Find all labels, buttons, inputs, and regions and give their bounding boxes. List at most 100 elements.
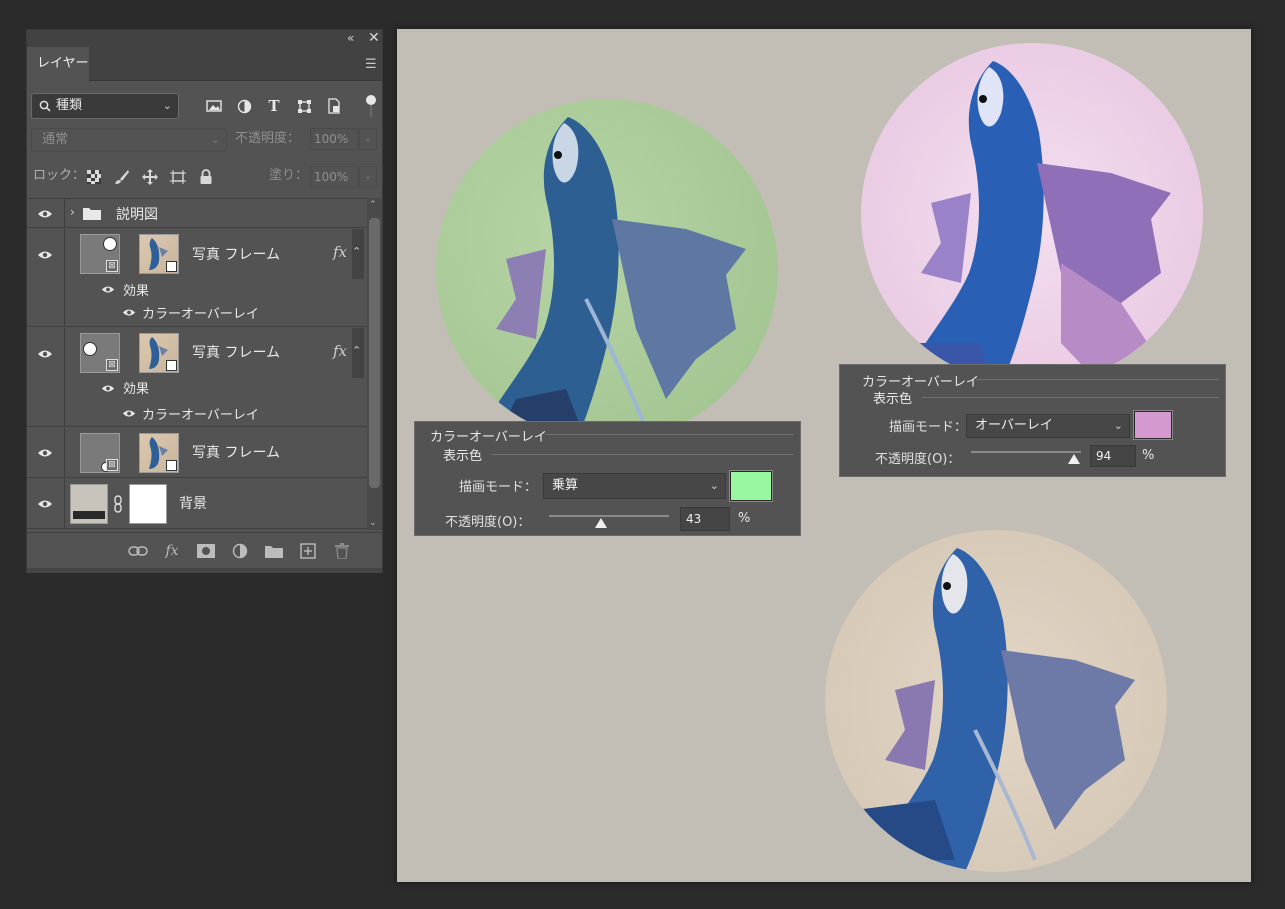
eye-icon[interactable] xyxy=(37,349,53,359)
layers-panel: « ✕ レイヤー ☰ 種類 ⌄ T 通常 ⌄ 不透明度： 100% ⌄ ロック： xyxy=(26,29,383,573)
lock-row: ロック： 塗り： 100% ⌄ xyxy=(27,160,382,190)
mask-thumbnail[interactable]: ⊠ xyxy=(80,234,120,274)
mask-thumbnail[interactable]: ⊠ xyxy=(80,333,120,373)
eye-icon[interactable] xyxy=(122,308,136,317)
eye-icon[interactable] xyxy=(37,250,53,260)
new-group-icon[interactable] xyxy=(263,542,285,560)
photo-frame-green xyxy=(436,99,778,441)
lock-artboard-icon[interactable] xyxy=(169,168,187,186)
opacity-slider-thumb[interactable] xyxy=(1068,454,1081,464)
image-thumbnail[interactable] xyxy=(139,333,179,373)
layer-row-background[interactable]: 背景 xyxy=(27,479,367,529)
link-layers-icon[interactable] xyxy=(127,542,149,560)
blend-mode-select[interactable]: 通常 ⌄ xyxy=(31,128,227,152)
image-thumbnail[interactable] xyxy=(139,234,179,274)
opacity-slider[interactable] xyxy=(971,451,1081,453)
image-thumbnail[interactable] xyxy=(139,433,179,473)
eye-icon[interactable] xyxy=(101,285,115,294)
layers-bottom-bar: fx xyxy=(27,532,382,568)
eye-icon[interactable] xyxy=(37,499,53,509)
effect-color-overlay[interactable]: カラーオーバーレイ xyxy=(142,303,259,322)
fx-icon[interactable]: fx xyxy=(161,542,183,560)
chevron-down-icon: ⌄ xyxy=(162,99,172,112)
search-icon xyxy=(39,100,51,112)
lock-transparent-icon[interactable] xyxy=(85,168,103,186)
filter-kind-select[interactable]: 種類 ⌄ xyxy=(31,93,179,119)
eye-icon[interactable] xyxy=(37,209,53,219)
color-overlay-dialog-right: カラーオーバーレイ 表示色 描画モード： オーバーレイ ⌄ 不透明度(O)： 9… xyxy=(839,364,1226,477)
panel-resize-grip[interactable] xyxy=(27,568,382,573)
chevron-up-icon[interactable]: ⌃ xyxy=(352,344,361,357)
blend-row: 通常 ⌄ 不透明度： 100% ⌄ xyxy=(27,124,382,152)
chevron-up-icon[interactable]: ⌃ xyxy=(369,200,377,210)
scroll-thumb[interactable] xyxy=(369,218,380,488)
opacity-input[interactable]: 100% xyxy=(310,128,358,150)
chevron-down-icon: ⌄ xyxy=(210,133,220,146)
photo-frame-original xyxy=(825,530,1167,872)
lock-paint-icon[interactable] xyxy=(113,168,131,186)
chevron-down-icon: ⌄ xyxy=(1113,419,1123,432)
tab-bar: レイヤー ☰ xyxy=(27,47,382,81)
adjustment-filter-icon[interactable] xyxy=(235,97,253,115)
trash-icon[interactable] xyxy=(331,542,353,560)
filter-toggle[interactable] xyxy=(365,92,377,120)
opacity-slider[interactable] xyxy=(549,515,669,517)
image-filter-icon[interactable] xyxy=(205,97,223,115)
mask-icon[interactable] xyxy=(195,542,217,560)
shape-filter-icon[interactable] xyxy=(295,97,313,115)
overlay-color-swatch[interactable] xyxy=(729,470,773,502)
effect-color-overlay[interactable]: カラーオーバーレイ xyxy=(142,404,259,423)
opacity-input[interactable]: 43 xyxy=(680,507,730,531)
type-filter-icon[interactable]: T xyxy=(265,97,283,115)
layer-row[interactable]: ⊠ 写真 フレーム fx ⌃ 効果 カラーオーバーレイ xyxy=(27,328,367,427)
blend-mode-value: オーバーレイ xyxy=(975,418,1053,433)
layer-row[interactable]: ⊠ 写真 フレーム xyxy=(27,428,367,478)
layer-name: 写真 フレーム xyxy=(192,445,281,461)
fx-icon[interactable]: fx xyxy=(333,342,347,360)
opacity-label: 不透明度(O)： xyxy=(445,515,531,530)
eye-icon[interactable] xyxy=(122,409,136,418)
panel-topbar: « ✕ xyxy=(27,30,382,47)
document-canvas[interactable]: カラーオーバーレイ 表示色 描画モード： 乗算 ⌄ 不透明度(O)： 43 % … xyxy=(397,29,1251,882)
eye-icon[interactable] xyxy=(101,384,115,393)
background-thumbnail[interactable] xyxy=(70,484,108,524)
layer-row[interactable]: ⊠ 写真 フレーム fx ⌃ 効果 カラーオーバーレイ xyxy=(27,229,367,327)
menu-icon[interactable]: ☰ xyxy=(365,57,377,72)
eye-icon[interactable] xyxy=(37,448,53,458)
lock-move-icon[interactable] xyxy=(141,168,159,186)
chevron-down-icon[interactable]: ⌄ xyxy=(359,128,377,150)
effects-label: 効果 xyxy=(123,284,150,299)
mask-thumbnail[interactable]: ⊠ xyxy=(80,433,120,473)
fx-icon[interactable]: fx xyxy=(333,243,347,261)
tab-layers[interactable]: レイヤー xyxy=(27,47,89,81)
collapse-icon[interactable]: « xyxy=(347,31,354,45)
blend-mode-select[interactable]: オーバーレイ ⌄ xyxy=(966,414,1130,438)
chevron-right-icon[interactable]: › xyxy=(70,205,75,219)
blend-mode-label: 描画モード： xyxy=(889,420,968,435)
layer-row-group[interactable]: › 説明図 xyxy=(27,199,367,228)
chevron-down-icon[interactable]: ⌄ xyxy=(369,518,377,528)
chevron-up-icon[interactable]: ⌃ xyxy=(352,245,361,258)
overlay-color-swatch[interactable] xyxy=(1133,410,1173,440)
chevron-down-icon[interactable]: ⌄ xyxy=(359,166,377,188)
close-icon[interactable]: ✕ xyxy=(368,30,380,46)
layers-scrollbar[interactable]: ⌃ ⌄ xyxy=(367,198,382,530)
fill-input[interactable]: 100% xyxy=(310,166,358,188)
blend-mode-value: 通常 xyxy=(42,132,69,147)
opacity-input[interactable]: 94 xyxy=(1090,445,1136,467)
new-layer-icon[interactable] xyxy=(297,542,319,560)
chain-icon[interactable] xyxy=(113,495,123,513)
folder-icon xyxy=(83,208,101,220)
dialog-subtitle: 表示色 xyxy=(443,449,483,464)
blend-mode-select[interactable]: 乗算 ⌄ xyxy=(543,473,726,499)
adjustment-icon[interactable] xyxy=(229,542,251,560)
layer-name: 写真 フレーム xyxy=(192,247,281,263)
opacity-label: 不透明度： xyxy=(235,131,301,146)
opacity-slider-thumb[interactable] xyxy=(594,518,607,528)
lock-all-icon[interactable] xyxy=(197,168,215,186)
fill-label: 塗り： xyxy=(269,168,309,183)
white-mask-thumbnail[interactable] xyxy=(129,484,167,524)
chevron-down-icon: ⌄ xyxy=(709,479,719,492)
photo-frame-pink xyxy=(861,43,1203,385)
smartobject-filter-icon[interactable] xyxy=(325,97,343,115)
